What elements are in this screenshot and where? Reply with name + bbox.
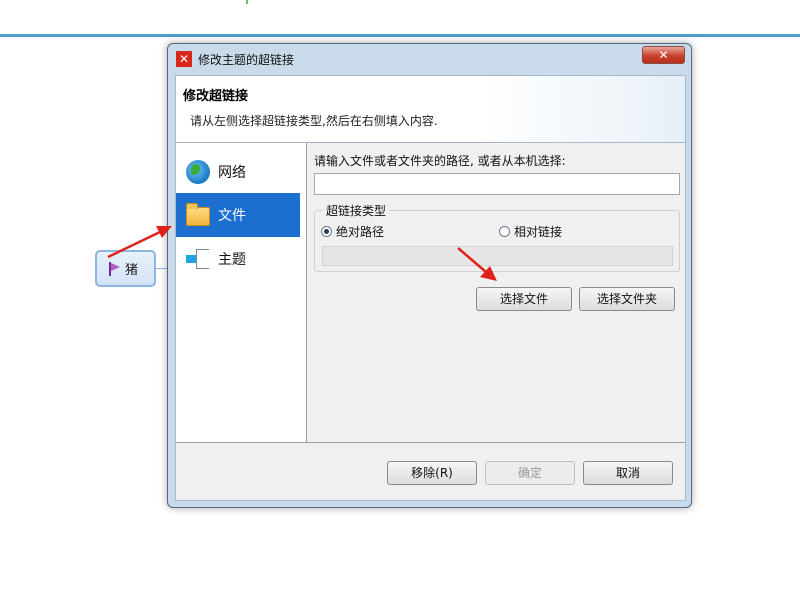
dialog-header: 修改超链接 请从左侧选择超链接类型,然后在右侧填入内容. (175, 75, 686, 142)
sidebar-item-label: 主题 (218, 252, 246, 268)
header-description: 请从左侧选择超链接类型,然后在右侧填入内容. (190, 114, 438, 128)
remove-button[interactable]: 移除(R) (387, 461, 477, 485)
topic-node[interactable]: 猪 (95, 250, 156, 287)
ok-button[interactable]: 确定 (485, 461, 575, 485)
absolute-path-radio[interactable]: 绝对路径 (321, 223, 384, 240)
cancel-button[interactable]: 取消 (583, 461, 673, 485)
file-link-panel: 请输入文件或者文件夹的路径, 或者从本机选择: 超链接类型 绝对路径 相对链接 … (308, 143, 685, 442)
canvas-tick-mark (246, 0, 248, 4)
sidebar-item-topic[interactable]: 主题 (176, 237, 300, 281)
sidebar-item-label: 网络 (218, 165, 246, 181)
sidebar-item-file[interactable]: 文件 (176, 193, 300, 237)
dialog-body: 网络 文件 主题 请输入文件或者文件夹的路径, 或者从本机选择: 超链接类型 绝… (175, 142, 686, 501)
relative-link-radio[interactable]: 相对链接 (499, 223, 562, 240)
header-title: 修改超链接 (183, 89, 249, 104)
path-prompt-label: 请输入文件或者文件夹的路径, 或者从本机选择: (314, 154, 566, 168)
close-button[interactable]: ✕ (642, 46, 685, 64)
footer-divider (176, 442, 685, 443)
flag-icon (109, 261, 121, 276)
path-preview-field (322, 246, 673, 266)
choose-file-button[interactable]: 选择文件 (476, 287, 572, 311)
topic-node-label: 猪 (125, 263, 139, 278)
xmind-app-icon: ✕ (176, 51, 192, 67)
link-type-group-title: 超链接类型 (323, 202, 390, 219)
dialog-titlebar[interactable]: ✕ 修改主题的超链接 ✕ (168, 44, 691, 74)
sidebar-item-web[interactable]: 网络 (176, 150, 300, 194)
absolute-path-label: 绝对路径 (336, 225, 385, 239)
radio-selected-icon (321, 226, 332, 237)
relative-link-label: 相对链接 (514, 225, 563, 239)
link-type-sidebar: 网络 文件 主题 (176, 143, 307, 442)
radio-unselected-icon (499, 226, 510, 237)
path-input[interactable] (314, 173, 680, 195)
topic-icon (186, 247, 210, 271)
link-type-group: 超链接类型 绝对路径 相对链接 (314, 202, 680, 272)
canvas-connector-line (0, 34, 800, 37)
globe-icon (186, 160, 210, 184)
folder-icon (186, 202, 210, 226)
dialog-title: 修改主题的超链接 (198, 52, 295, 67)
edit-hyperlink-dialog: ✕ 修改主题的超链接 ✕ 修改超链接 请从左侧选择超链接类型,然后在右侧填入内容… (167, 43, 692, 508)
sidebar-item-label: 文件 (218, 208, 246, 224)
choose-folder-button[interactable]: 选择文件夹 (579, 287, 675, 311)
